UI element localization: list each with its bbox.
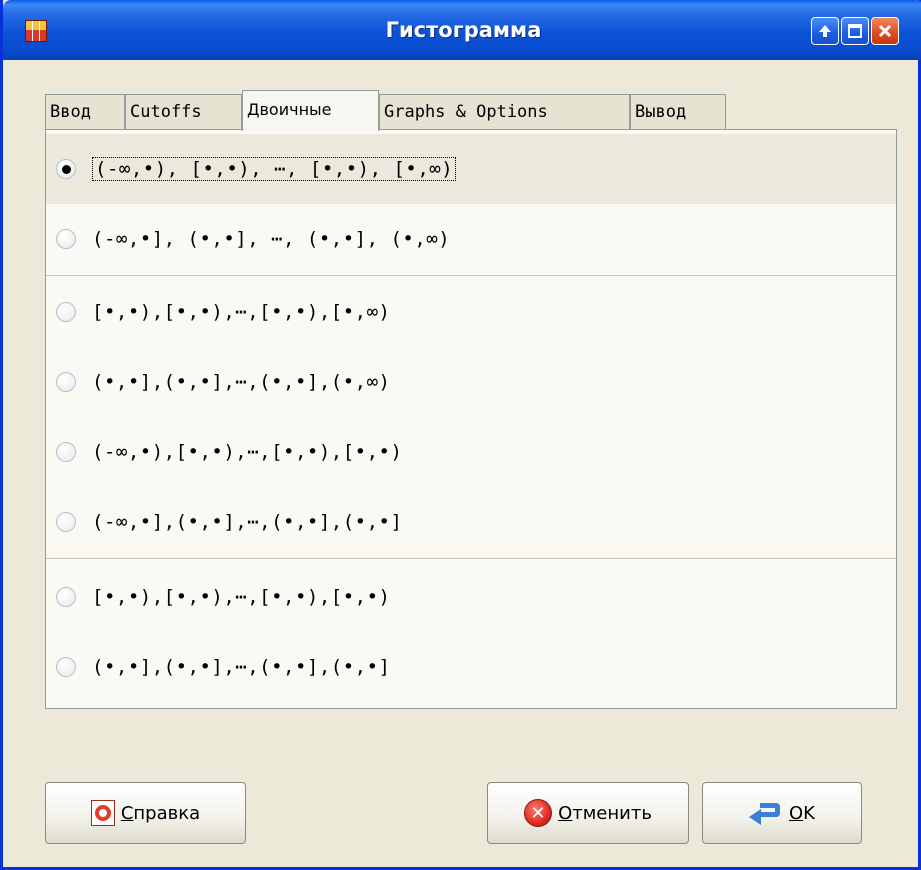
- bin-option-7[interactable]: [•,•),[•,•),⋯,[•,•),[•,•): [46, 562, 896, 632]
- tab-cutoffs[interactable]: Cutoffs: [125, 94, 242, 130]
- radio-button[interactable]: [56, 302, 76, 322]
- tab-graphs-options[interactable]: Graphs & Options: [379, 94, 630, 130]
- radio-button[interactable]: [56, 512, 76, 532]
- help-button-label: Справка: [120, 802, 201, 824]
- help-lifebuoy-icon: [90, 800, 115, 826]
- bin-option-4[interactable]: (•,•],(•,•],⋯,(•,•],(•,∞): [46, 347, 896, 417]
- maximize-icon: [848, 24, 862, 38]
- up-arrow-icon: [819, 25, 831, 37]
- ok-button[interactable]: OK: [702, 782, 862, 844]
- cancel-button[interactable]: ✕ Отменить: [487, 782, 689, 844]
- bin-option-8[interactable]: (•,•],(•,•],⋯,(•,•],(•,•]: [46, 632, 896, 702]
- radio-button[interactable]: [56, 657, 76, 677]
- close-button[interactable]: [871, 17, 899, 45]
- cancel-button-label: Отменить: [558, 802, 652, 824]
- tab-binary[interactable]: Двоичные: [242, 90, 379, 131]
- maximize-button[interactable]: [841, 17, 869, 45]
- option-label: (•,•],(•,•],⋯,(•,•],(•,•]: [92, 656, 391, 678]
- option-label: (-∞,•), [•,•), ⋯, [•,•), [•,∞): [92, 157, 457, 181]
- help-button[interactable]: Справка: [45, 782, 246, 844]
- option-label: [•,•),[•,•),⋯,[•,•),[•,•): [92, 586, 391, 608]
- tab-output[interactable]: Вывод: [630, 94, 726, 130]
- window-title: Гистограмма: [385, 18, 542, 42]
- cancel-x-icon: ✕: [524, 799, 553, 827]
- ok-return-arrow-icon: [749, 801, 783, 825]
- radio-button[interactable]: [56, 587, 76, 607]
- option-label: [•,•),[•,•),⋯,[•,•),[•,∞): [92, 301, 391, 323]
- radio-button[interactable]: [56, 372, 76, 392]
- group-separator: [46, 275, 896, 276]
- bin-option-1[interactable]: (-∞,•), [•,•), ⋯, [•,•), [•,∞): [46, 134, 896, 204]
- bin-option-2[interactable]: (-∞,•], (•,•], ⋯, (•,•], (•,∞): [46, 204, 896, 274]
- close-icon: [878, 24, 892, 38]
- title-bar[interactable]: Гистограмма: [3, 0, 921, 60]
- tab-input[interactable]: Ввод: [45, 94, 125, 130]
- option-label: (-∞,•),[•,•),⋯,[•,•),[•,•): [92, 441, 403, 463]
- binary-options-panel: (-∞,•), [•,•), ⋯, [•,•), [•,∞) (-∞,•], (…: [45, 129, 897, 709]
- bin-option-5[interactable]: (-∞,•),[•,•),⋯,[•,•),[•,•): [46, 417, 896, 487]
- radio-button[interactable]: [56, 442, 76, 462]
- group-separator: [46, 558, 896, 559]
- option-label: (-∞,•], (•,•], ⋯, (•,•], (•,∞): [92, 228, 451, 250]
- radio-button-selected[interactable]: [56, 159, 76, 179]
- bin-option-6[interactable]: (-∞,•],(•,•],⋯,(•,•],(•,•]: [46, 487, 896, 557]
- option-label: (•,•],(•,•],⋯,(•,•],(•,∞): [92, 371, 391, 393]
- option-label: (-∞,•],(•,•],⋯,(•,•],(•,•]: [92, 511, 403, 533]
- rollup-button[interactable]: [811, 17, 839, 45]
- ok-button-label: OK: [789, 802, 815, 824]
- radio-button[interactable]: [56, 229, 76, 249]
- histogram-dialog: Гистограмма Ввод Cutoffs Двоичные Graphs…: [0, 0, 921, 870]
- bin-option-3[interactable]: [•,•),[•,•),⋯,[•,•),[•,∞): [46, 277, 896, 347]
